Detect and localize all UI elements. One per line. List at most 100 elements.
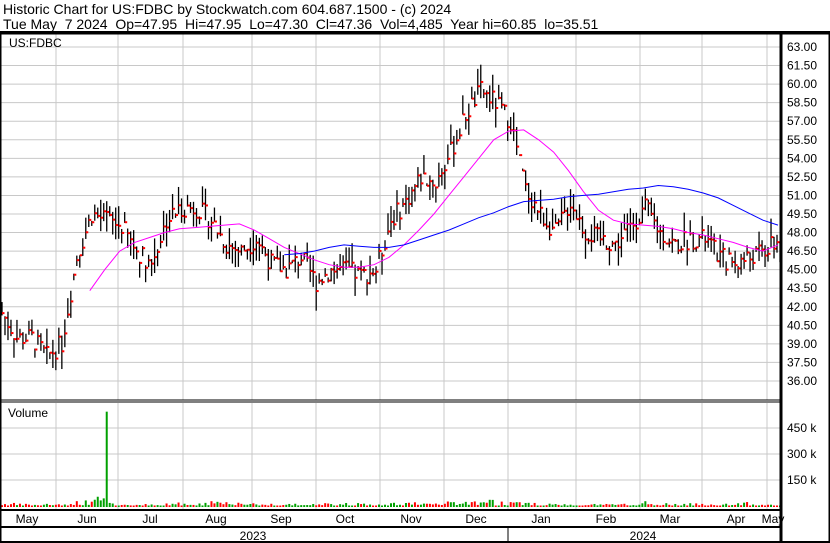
volume-bar [297, 505, 300, 507]
volume-bar [27, 504, 30, 507]
volume-bar [294, 503, 297, 507]
volume-bar [425, 503, 428, 507]
volume-bar [512, 502, 515, 507]
volume-bar [162, 505, 165, 507]
volume-bar [572, 505, 575, 507]
volume-bar [770, 504, 773, 507]
volume-bar [677, 505, 680, 507]
volume-bar [384, 504, 387, 507]
volume-bar [623, 503, 626, 507]
volume-bar [111, 503, 114, 507]
volume-bar [198, 503, 201, 507]
volume-bar [390, 503, 392, 507]
volume-bar [174, 504, 177, 507]
volume-bar [419, 504, 422, 507]
volume-bar [764, 505, 767, 507]
volume-bar [530, 505, 533, 507]
volume-bar [398, 504, 401, 507]
volume-bar [108, 502, 111, 507]
price-tick-label: 54.00 [787, 151, 817, 165]
volume-bar [201, 505, 204, 507]
volume-bar [6, 505, 9, 507]
price-tick-label: 46.50 [787, 244, 817, 258]
volume-bar [440, 505, 443, 507]
volume-bar [455, 505, 458, 507]
year-label: 2024 [630, 529, 657, 543]
volume-bar [596, 505, 599, 507]
volume-bar [333, 505, 336, 507]
volume-bar [638, 504, 641, 507]
volume-bar [671, 505, 674, 507]
volume-bar [114, 505, 117, 507]
price-tick-label: 49.50 [787, 207, 817, 221]
price-tick-label: 57.00 [787, 114, 817, 128]
volume-bar [216, 501, 219, 507]
volume-bar [186, 505, 189, 507]
volume-bar [318, 504, 321, 507]
volume-bar [363, 503, 366, 507]
volume-bar [192, 504, 195, 507]
volume-bar [60, 505, 63, 507]
volume-bar [237, 502, 240, 507]
volume-bar [395, 505, 398, 507]
volume-bar [255, 504, 258, 507]
volume-bar [560, 505, 563, 507]
volume-bar [413, 502, 416, 507]
price-tick-label: 45.00 [787, 263, 817, 277]
volume-bar [542, 505, 545, 507]
volume-bar [620, 504, 623, 507]
volume-bar [231, 504, 234, 507]
volume-bar [291, 505, 294, 507]
volume-bar [650, 504, 653, 507]
volume-bar [54, 504, 57, 507]
volume-bar [141, 505, 144, 507]
volume-bar [12, 502, 15, 507]
volume-bar [66, 505, 69, 507]
volume-bar [494, 505, 497, 507]
volume-bar [69, 504, 72, 507]
volume-bar [132, 505, 135, 507]
month-label: Oct [336, 512, 355, 526]
volume-bar [695, 503, 698, 507]
volume-bar [401, 505, 404, 507]
price-tick-label: 63.00 [787, 40, 817, 54]
volume-bar [117, 505, 120, 507]
volume-bar [776, 505, 779, 507]
volume-bar [273, 505, 276, 507]
volume-bar [30, 505, 33, 507]
volume-bar [536, 505, 539, 507]
volume-bar [204, 502, 207, 507]
volume-bar [381, 505, 384, 507]
volume-bar [668, 504, 671, 507]
month-label: Mar [660, 512, 681, 526]
volume-bar [72, 504, 75, 507]
price-tick-label: 37.50 [787, 355, 817, 369]
volume-bar [147, 505, 150, 507]
volume-bar [378, 504, 381, 507]
volume-bar [351, 505, 354, 507]
volume-bar [407, 502, 410, 507]
volume-bar [321, 505, 324, 507]
symbol-label: US:FDBC [9, 36, 62, 50]
volume-bar [410, 504, 413, 507]
volume-bar [264, 504, 267, 507]
price-tick-label: 61.50 [787, 59, 817, 73]
volume-bar [584, 505, 587, 507]
volume-bar [476, 504, 479, 507]
volume-bar [497, 505, 500, 507]
volume-bar [165, 503, 168, 507]
volume-bar [458, 503, 461, 507]
volume-bar [324, 503, 327, 507]
volume-bar [153, 505, 156, 507]
volume-bar [473, 501, 476, 507]
volume-bar [431, 504, 434, 507]
volume-bar [611, 504, 614, 507]
volume-bar [491, 499, 494, 507]
volume-bar [336, 505, 339, 507]
volume-bar [36, 505, 39, 507]
volume-bar [449, 502, 452, 507]
chart-frame [0, 31, 830, 543]
volume-bar [767, 504, 770, 507]
volume-bar [303, 505, 306, 507]
volume-bar [75, 501, 78, 507]
